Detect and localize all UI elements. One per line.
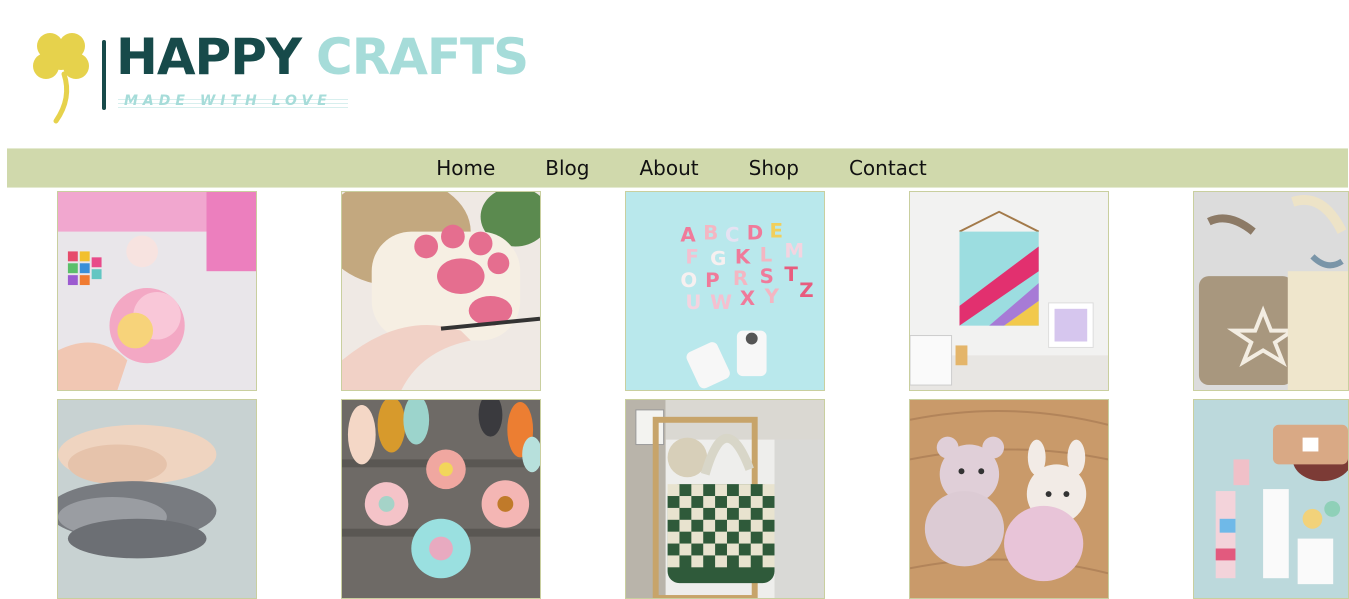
logo-divider xyxy=(102,40,106,110)
svg-text:E: E xyxy=(770,220,784,243)
svg-text:A: A xyxy=(680,224,696,247)
page: HAPPY CRAFTS MADE WITH LOVE Home Blog Ab… xyxy=(0,0,1349,599)
gallery-image-paper-flower[interactable] xyxy=(57,191,257,391)
gallery-image-yarn-skeins[interactable] xyxy=(57,399,257,599)
gallery-image-tote-bags[interactable] xyxy=(1193,191,1349,391)
svg-text:B: B xyxy=(703,222,718,245)
gallery-image-checkered-bag[interactable] xyxy=(625,399,825,599)
svg-text:M: M xyxy=(784,239,804,262)
site-logo[interactable]: HAPPY CRAFTS MADE WITH LOVE xyxy=(28,26,529,126)
gallery-image-paw-gloves[interactable] xyxy=(341,191,541,391)
svg-text:G: G xyxy=(710,247,726,270)
gallery-image-crochet-flowers[interactable] xyxy=(341,399,541,599)
gallery-image-wall-hanging[interactable] xyxy=(909,191,1109,391)
svg-text:D: D xyxy=(747,222,763,245)
nav-about-link[interactable]: About xyxy=(640,156,699,180)
svg-text:K: K xyxy=(735,245,751,268)
nav-contact-link[interactable]: Contact xyxy=(849,156,927,180)
svg-text:L: L xyxy=(760,243,773,266)
clover-icon xyxy=(33,33,89,124)
logo-word-crafts: CRAFTS xyxy=(316,28,529,86)
gallery-image-yarn-kit[interactable] xyxy=(1193,399,1349,599)
svg-text:C: C xyxy=(725,224,740,247)
logo-tagline: MADE WITH LOVE xyxy=(124,93,332,109)
svg-text:X: X xyxy=(740,287,755,310)
main-navigation: Home Blog About Shop Contact xyxy=(7,148,1348,188)
svg-text:P: P xyxy=(705,269,720,292)
svg-text:Z: Z xyxy=(799,279,813,302)
svg-text:O: O xyxy=(680,269,697,292)
gallery-image-plush-bears[interactable] xyxy=(909,399,1109,599)
svg-text:W: W xyxy=(710,291,732,314)
gallery-image-letter-keychains[interactable]: AB CDE FG KLM OP RST UW XYZ xyxy=(625,191,825,391)
svg-text:U: U xyxy=(685,291,701,314)
svg-text:T: T xyxy=(784,263,798,286)
logo-word-happy: HAPPY xyxy=(116,28,302,86)
nav-blog-link[interactable]: Blog xyxy=(545,156,589,180)
svg-text:F: F xyxy=(685,245,699,268)
nav-home-link[interactable]: Home xyxy=(436,156,495,180)
svg-text:Y: Y xyxy=(764,285,780,308)
nav-shop-link[interactable]: Shop xyxy=(749,156,799,180)
